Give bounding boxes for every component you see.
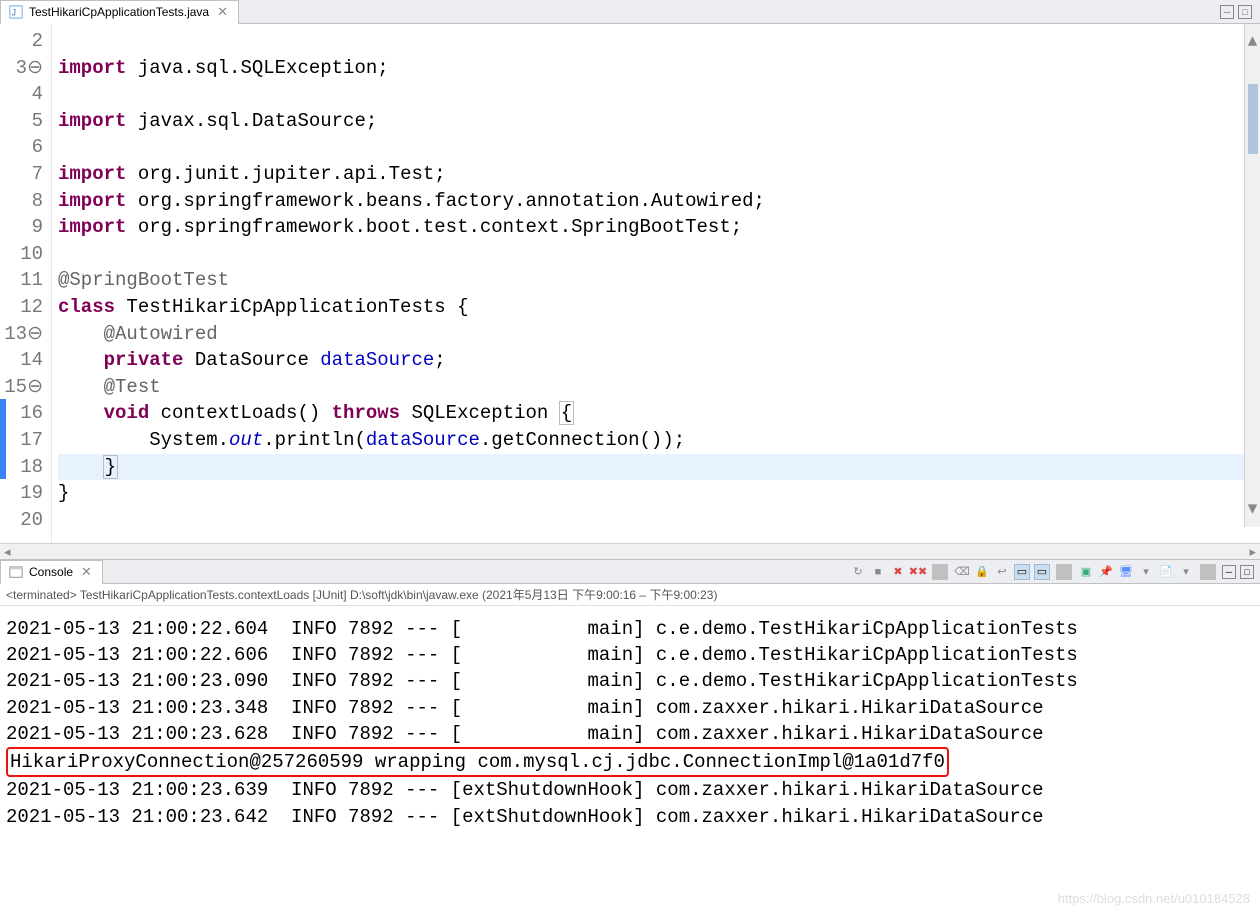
scroll-right-icon[interactable]: ▸: [1249, 544, 1256, 560]
remove-all-terminated-icon[interactable]: ✖✖: [910, 564, 926, 580]
code-body[interactable]: 23⊖45678910111213⊖1415⊖1617181920 import…: [0, 24, 1260, 543]
editor-tab[interactable]: J TestHikariCpApplicationTests.java ✕: [0, 0, 239, 24]
display-dropdown-icon[interactable]: ▾: [1138, 564, 1154, 580]
pin-console-icon[interactable]: 📌: [1098, 564, 1114, 580]
word-wrap-icon[interactable]: ↩: [994, 564, 1010, 580]
java-file-icon: J: [9, 5, 23, 19]
console-toolbar: ↻ ■ ✖ ✖✖ ⌫ 🔒 ↩ ▭ ▭ ▣ 📌 🖥 ▾ 📄 ▾ ─ □: [850, 564, 1260, 580]
console-icon: [9, 565, 23, 579]
display-icon[interactable]: 🖥: [1118, 564, 1134, 580]
left-margin-marker: [0, 399, 6, 479]
new-console-icon[interactable]: 📄: [1158, 564, 1174, 580]
clear-console-icon[interactable]: ⌫: [954, 564, 970, 580]
terminate-icon[interactable]: ■: [870, 564, 886, 580]
console-pane: Console ✕ ↻ ■ ✖ ✖✖ ⌫ 🔒 ↩ ▭ ▭ ▣ 📌 🖥 ▾ 📄 ▾…: [0, 560, 1260, 914]
console-tab[interactable]: Console ✕: [0, 560, 103, 584]
terminated-status-line: <terminated> TestHikariCpApplicationTest…: [0, 584, 1260, 606]
remove-terminated-icon[interactable]: ✖: [890, 564, 906, 580]
console-tab-bar: Console ✕ ↻ ■ ✖ ✖✖ ⌫ 🔒 ↩ ▭ ▭ ▣ 📌 🖥 ▾ 📄 ▾…: [0, 560, 1260, 584]
scroll-lock-icon[interactable]: 🔒: [974, 564, 990, 580]
editor-tab-bar: J TestHikariCpApplicationTests.java ✕ ─ …: [0, 0, 1260, 24]
console-minimize-icon[interactable]: ─: [1222, 565, 1236, 579]
maximize-icon[interactable]: □: [1238, 5, 1252, 19]
show-error-icon[interactable]: ▭: [1034, 564, 1050, 580]
tab-filename: TestHikariCpApplicationTests.java: [29, 5, 209, 19]
console-tab-label: Console: [29, 565, 73, 579]
new-console-dropdown-icon[interactable]: ▾: [1178, 564, 1194, 580]
show-output-icon[interactable]: ▭: [1014, 564, 1030, 580]
open-console-icon[interactable]: ▣: [1078, 564, 1094, 580]
horizontal-scrollbar[interactable]: ◂ ▸: [0, 543, 1260, 559]
minimize-icon[interactable]: ─: [1220, 5, 1234, 19]
console-output[interactable]: 2021-05-13 21:00:22.604 INFO 7892 --- [ …: [0, 606, 1260, 914]
vertical-scrollbar[interactable]: ▴ ▾: [1244, 24, 1260, 527]
console-maximize-icon[interactable]: □: [1240, 565, 1254, 579]
code-content[interactable]: import java.sql.SQLException;import java…: [52, 24, 1260, 543]
code-editor-pane: J TestHikariCpApplicationTests.java ✕ ─ …: [0, 0, 1260, 560]
close-tab-icon[interactable]: ✕: [215, 4, 230, 20]
close-console-icon[interactable]: ✕: [79, 564, 94, 580]
scroll-left-icon[interactable]: ◂: [4, 544, 11, 560]
svg-text:J: J: [12, 8, 16, 18]
overview-marker: [1248, 84, 1258, 154]
line-number-gutter: 23⊖45678910111213⊖1415⊖1617181920: [0, 24, 52, 543]
terminate-relaunch-icon[interactable]: ↻: [850, 564, 866, 580]
watermark-text: https://blog.csdn.net/u010184528: [1058, 890, 1250, 908]
editor-window-controls: ─ □: [1220, 5, 1260, 19]
